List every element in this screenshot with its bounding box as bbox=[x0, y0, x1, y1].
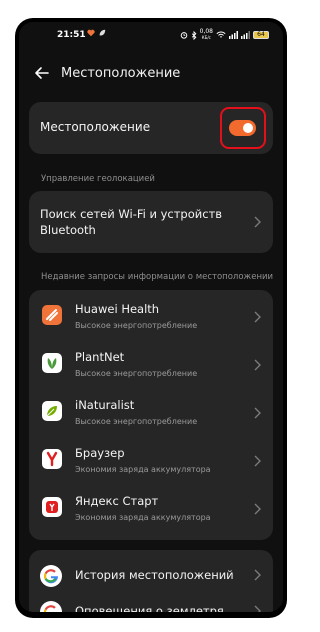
list-item-browser[interactable]: Браузер Экономия заряда аккумулятора bbox=[29, 437, 273, 485]
signal-icon bbox=[229, 31, 238, 39]
yandex-browser-icon bbox=[42, 449, 62, 469]
wifi-icon bbox=[216, 31, 226, 38]
google-services-list: История местоположений Оповещения о земл… bbox=[29, 550, 273, 612]
list-item-huawei-health[interactable]: Huawei Health Высокое энергопотребление bbox=[29, 293, 273, 341]
list-item-earthquake-alerts[interactable]: Оповещения о землетря... bbox=[29, 592, 273, 612]
chevron-right-icon bbox=[254, 407, 261, 419]
chevron-right-icon bbox=[254, 359, 261, 371]
bluetooth-icon bbox=[191, 30, 197, 40]
leaf-icon bbox=[99, 29, 106, 36]
status-left-icons bbox=[87, 29, 106, 37]
alarm-icon bbox=[180, 32, 187, 39]
app-usage: Высокое энергопотребление bbox=[75, 417, 198, 426]
app-usage: Высокое энергопотребление bbox=[75, 321, 198, 330]
list-item-plantnet[interactable]: PlantNet Высокое энергопотребление bbox=[29, 341, 273, 389]
switch-knob bbox=[243, 123, 253, 133]
list-item-inaturalist[interactable]: iNaturalist Высокое энергопотребление bbox=[29, 389, 273, 437]
app-usage: Экономия заряда аккумулятора bbox=[75, 513, 211, 522]
header: Местоположение bbox=[19, 62, 283, 86]
wifi-bluetooth-label: Поиск сетей Wi-Fi и устройств Bluetooth bbox=[40, 207, 223, 237]
recent-apps-list: Huawei Health Высокое энергопотребление … bbox=[29, 290, 273, 540]
chevron-right-icon bbox=[254, 503, 261, 515]
status-time: 21:51 bbox=[57, 30, 86, 40]
status-bar: 21:51 0,08 КБ/с 64 bbox=[19, 28, 283, 44]
app-usage: Высокое энергопотребление bbox=[75, 369, 198, 378]
app-name: PlantNet bbox=[75, 350, 125, 364]
section-recent-requests: Недавние запросы информации о местополож… bbox=[41, 272, 274, 282]
status-right-icons: 0,08 КБ/с 64 bbox=[180, 29, 269, 41]
chevron-right-icon bbox=[254, 455, 261, 467]
list-item-location-history[interactable]: История местоположений bbox=[29, 556, 273, 592]
app-usage: Экономия заряда аккумулятора bbox=[75, 465, 211, 474]
back-button[interactable] bbox=[33, 64, 51, 82]
network-speed: 0,08 КБ/с bbox=[200, 29, 213, 41]
google-icon bbox=[40, 565, 62, 587]
signal-icon-2 bbox=[241, 31, 250, 39]
app-name: iNaturalist bbox=[75, 398, 135, 412]
app-name: Яндекс Старт bbox=[75, 494, 159, 508]
app-name: Браузер bbox=[75, 446, 125, 460]
phone-frame: 21:51 0,08 КБ/с 64 Местоположение Местоп… bbox=[15, 18, 287, 618]
network-speed-unit: КБ/с bbox=[201, 35, 211, 40]
google-icon bbox=[40, 601, 62, 612]
battery-indicator: 64 bbox=[253, 31, 269, 39]
yandex-start-icon bbox=[42, 497, 62, 517]
heart-icon bbox=[87, 29, 95, 37]
location-toggle-label: Местоположение bbox=[40, 120, 151, 134]
chevron-right-icon bbox=[254, 311, 261, 323]
chevron-right-icon bbox=[254, 605, 261, 612]
inaturalist-icon bbox=[42, 401, 62, 421]
back-arrow-icon bbox=[35, 67, 49, 79]
chevron-right-icon bbox=[254, 216, 261, 228]
page-title: Местоположение bbox=[61, 66, 181, 81]
location-history-label: История местоположений bbox=[75, 568, 234, 582]
screen: 21:51 0,08 КБ/с 64 Местоположение Местоп… bbox=[19, 22, 283, 612]
chevron-right-icon bbox=[254, 569, 261, 581]
huawei-health-icon bbox=[42, 305, 62, 325]
app-name: Huawei Health bbox=[75, 302, 160, 316]
earthquake-alerts-label: Оповещения о землетря... bbox=[75, 604, 235, 612]
plantnet-icon bbox=[42, 353, 62, 373]
battery-level: 64 bbox=[257, 31, 265, 38]
wifi-bluetooth-scan-item[interactable]: Поиск сетей Wi-Fi и устройств Bluetooth bbox=[29, 191, 273, 253]
list-item-yandex-start[interactable]: Яндекс Старт Экономия заряда аккумулятор… bbox=[29, 485, 273, 533]
location-toggle-card[interactable]: Местоположение bbox=[29, 102, 273, 154]
location-switch[interactable] bbox=[229, 120, 256, 136]
section-geo-management: Управление геолокацией bbox=[41, 174, 155, 184]
